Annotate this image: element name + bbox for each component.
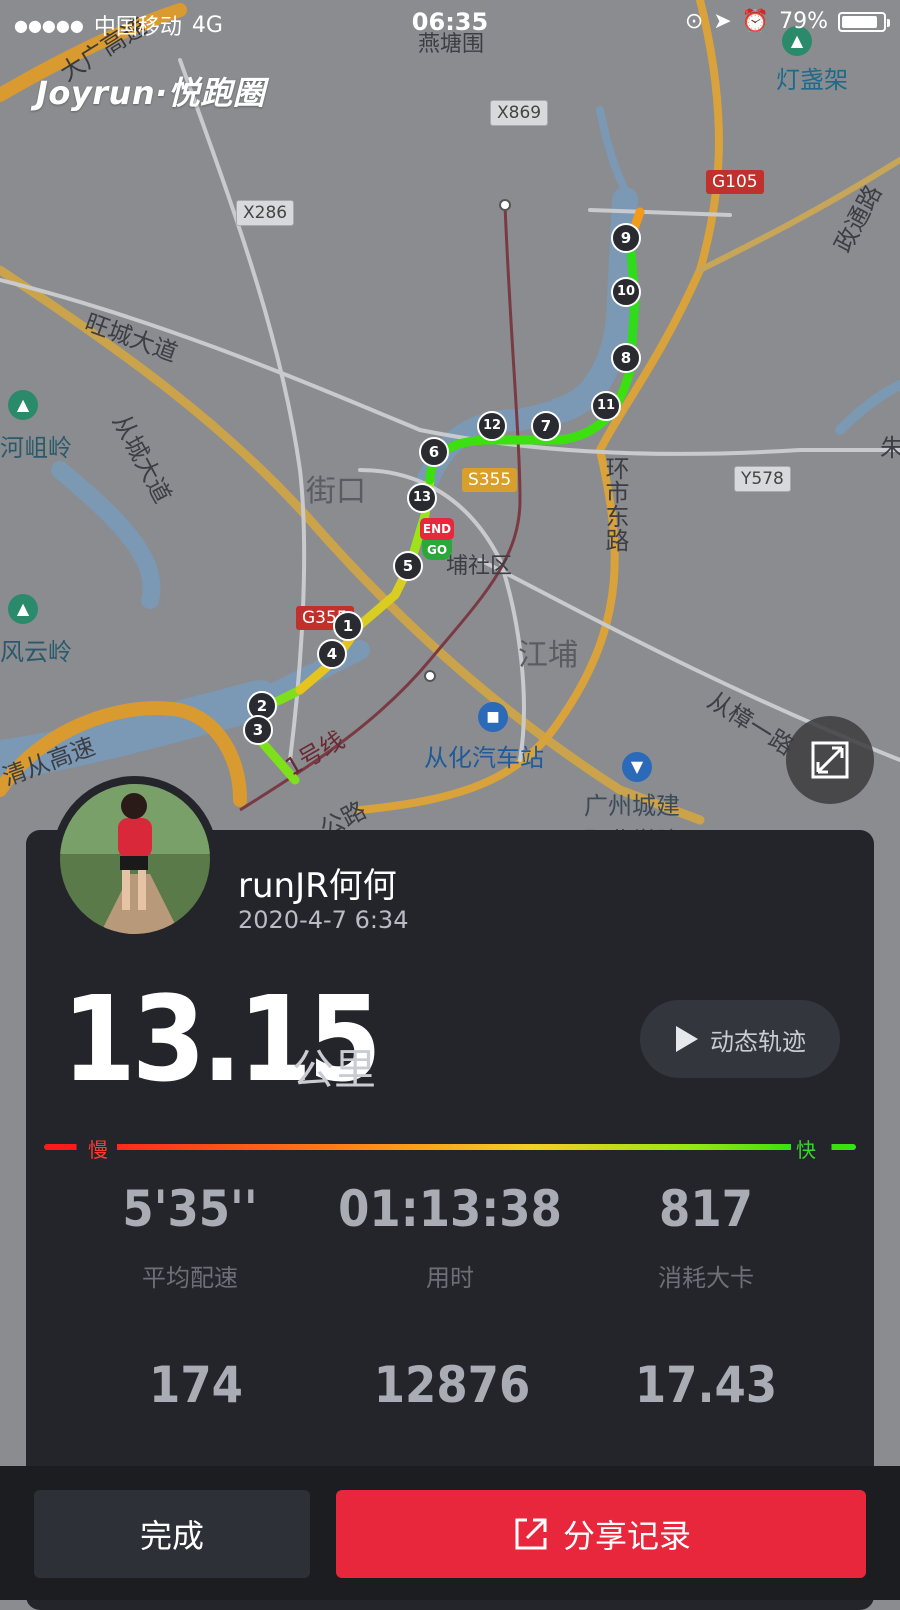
- road-badge-s355: S355: [462, 468, 518, 492]
- username: runJR何何: [238, 866, 397, 906]
- stat-value: 01:13:38: [338, 1180, 562, 1238]
- battery-icon: [838, 11, 890, 32]
- pace-gradient-bar: [44, 1144, 856, 1150]
- share-record-button[interactable]: 分享记录: [336, 1490, 866, 1578]
- km-marker: 3: [243, 715, 273, 745]
- rotation-lock-icon: ⊙: [684, 9, 704, 34]
- stat-label: 消耗大卡: [658, 1264, 754, 1292]
- map-label-jiekou: 街口: [306, 474, 366, 509]
- km-marker: 9: [611, 223, 641, 253]
- km-marker: 1: [333, 611, 363, 641]
- stat-value: 12876: [373, 1356, 531, 1414]
- stat-value: 5'35'': [122, 1180, 258, 1238]
- alarm-icon: ⏰: [741, 9, 770, 34]
- mountain-icon: ▲: [8, 390, 38, 420]
- road-badge-g105: G105: [706, 170, 764, 194]
- km-marker: 4: [317, 639, 347, 669]
- road-badge-x869: X869: [490, 100, 549, 126]
- km-marker: 11: [591, 391, 621, 421]
- stat-label: 平均配速: [142, 1264, 238, 1292]
- stat-value: 817: [659, 1180, 753, 1238]
- stat-avg-pace: 5'35'' 平均配速: [60, 1180, 320, 1293]
- run-datetime: 2020-4-7 6:34: [238, 906, 409, 934]
- map-label-peak2: 风云岭: [0, 638, 72, 666]
- map-label-dengzhanjia: 灯盏架: [776, 66, 848, 94]
- college-line1: 广州城建: [584, 792, 680, 820]
- stat-calories: 817 消耗大卡: [576, 1180, 836, 1293]
- pace-slow-label: 慢: [86, 1134, 110, 1163]
- stat-cadence: 174: [66, 1356, 326, 1414]
- km-marker: 8: [611, 343, 641, 373]
- stat-duration: 01:13:38 用时: [320, 1180, 580, 1293]
- map-label-bus-station: 从化汽车站: [424, 744, 544, 772]
- stat-steps: 12876: [322, 1356, 582, 1414]
- avatar-photo: [60, 784, 210, 934]
- stat-value: 17.43: [634, 1356, 778, 1414]
- pace-legend: 慢 快: [44, 1134, 856, 1163]
- pace-fast-label: 快: [794, 1134, 818, 1163]
- distance-unit: 公里: [292, 1045, 377, 1094]
- go-pin: GO: [422, 540, 452, 560]
- share-record-label: 分享记录: [562, 1517, 691, 1555]
- km-marker: 7: [531, 411, 561, 441]
- route-replay-button[interactable]: 动态轨迹: [640, 1000, 840, 1078]
- expand-icon: [811, 741, 849, 779]
- stat-value: 174: [149, 1356, 243, 1414]
- stat-stride: 17.43: [576, 1356, 836, 1414]
- status-bar: ●●●●● 中国移动 4G 06:35 ⊙ ➤ ⏰ 79%: [0, 0, 900, 44]
- avatar[interactable]: [52, 776, 218, 942]
- map-label-peak1: 河岨岭: [0, 434, 72, 462]
- end-pin: END: [420, 518, 454, 540]
- school-icon: ▼: [622, 752, 652, 782]
- battery-percent: 79%: [779, 9, 828, 34]
- mountain-icon: ▲: [8, 594, 38, 624]
- km-marker: 6: [419, 437, 449, 467]
- km-marker: 5: [393, 551, 423, 581]
- done-button[interactable]: 完成: [34, 1490, 310, 1578]
- stat-label: 用时: [426, 1264, 474, 1292]
- location-icon: ➤: [713, 9, 732, 34]
- share-icon: [515, 1518, 547, 1550]
- play-icon: [676, 1026, 698, 1052]
- route-replay-label: 动态轨迹: [710, 1027, 806, 1056]
- map-label-huanshi: 环市东路: [601, 456, 629, 552]
- km-marker: 10: [611, 277, 641, 307]
- brand-logo: Joyrun·悦跑圈: [36, 74, 266, 112]
- km-marker: 12: [477, 411, 507, 441]
- km-marker: 13: [407, 483, 437, 513]
- road-badge-y578: Y578: [734, 466, 791, 492]
- map-label-zhu: 朱: [880, 434, 900, 462]
- map-label-shequ: 埔社区: [446, 554, 513, 579]
- map-label-jiangpu: 江埔: [518, 638, 578, 673]
- road-badge-x286: X286: [236, 200, 295, 226]
- bus-icon: ■: [478, 702, 508, 732]
- fullscreen-map-button[interactable]: [786, 716, 874, 804]
